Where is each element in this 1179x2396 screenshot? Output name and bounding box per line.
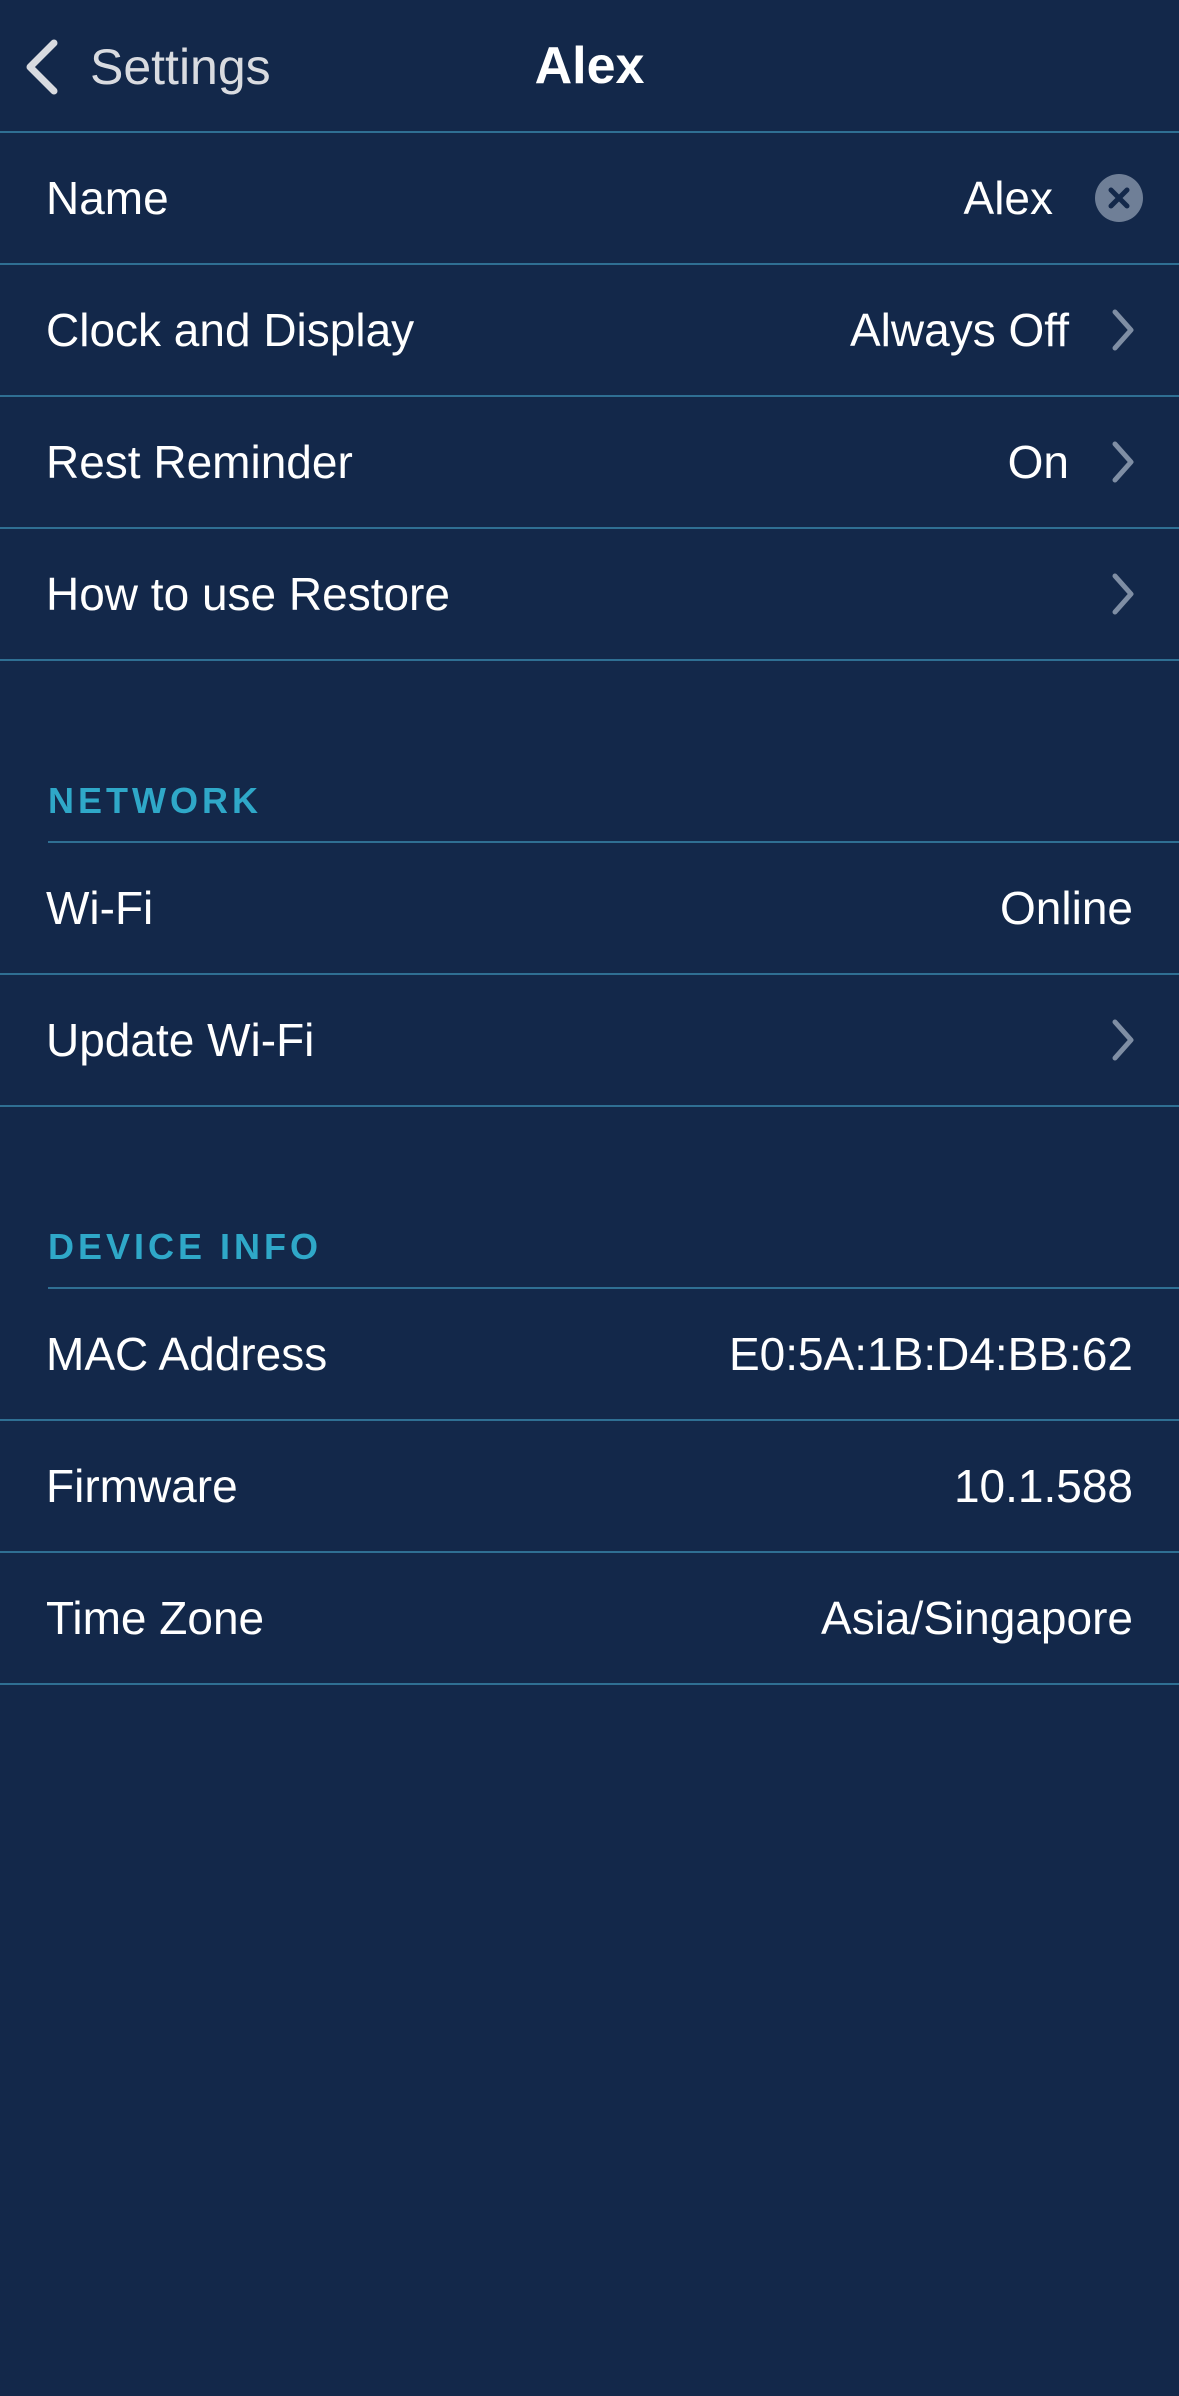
time-zone-label: Time Zone: [46, 1592, 265, 1644]
rest-reminder-row[interactable]: Rest Reminder On: [0, 397, 1179, 529]
how-to-use-restore-label: How to use Restore: [46, 568, 450, 620]
name-value[interactable]: Alex: [964, 171, 1053, 225]
clock-and-display-row[interactable]: Clock and Display Always Off: [0, 265, 1179, 397]
time-zone-value: Asia/Singapore: [821, 1592, 1133, 1644]
firmware-value: 10.1.588: [953, 1460, 1133, 1512]
mac-address-label: MAC Address: [46, 1328, 328, 1380]
name-row[interactable]: Name Alex: [0, 133, 1179, 265]
network-section-header: NETWORK: [48, 759, 1179, 843]
clock-and-display-label: Clock and Display: [46, 304, 415, 356]
clear-icon[interactable]: [1095, 174, 1143, 222]
mac-address-row: MAC Address E0:5A:1B:D4:BB:62: [0, 1289, 1179, 1421]
chevron-right-icon: [1112, 309, 1134, 351]
chevron-right-icon: [1112, 573, 1134, 615]
clock-and-display-value: Always Off: [850, 304, 1069, 356]
rest-reminder-label: Rest Reminder: [46, 436, 353, 488]
chevron-right-icon: [1112, 441, 1134, 483]
chevron-right-icon: [1112, 1019, 1134, 1061]
firmware-row: Firmware 10.1.588: [0, 1421, 1179, 1553]
wifi-status-value: Online: [1000, 882, 1133, 934]
wifi-row: Wi-Fi Online: [0, 843, 1179, 975]
rest-reminder-value: On: [1007, 436, 1069, 488]
device-info-section-header: DEVICE INFO: [48, 1205, 1179, 1289]
update-wifi-label: Update Wi-Fi: [46, 1014, 315, 1066]
time-zone-row: Time Zone Asia/Singapore: [0, 1553, 1179, 1685]
chevron-left-icon: [26, 39, 58, 95]
back-button-label: Settings: [90, 39, 271, 95]
mac-address-value: E0:5A:1B:D4:BB:62: [728, 1328, 1133, 1380]
firmware-label: Firmware: [46, 1460, 238, 1512]
back-button[interactable]: Settings: [22, 30, 271, 104]
name-label: Name: [46, 172, 169, 224]
how-to-use-restore-row[interactable]: How to use Restore: [0, 529, 1179, 661]
navigation-bar: Settings Alex: [0, 0, 1179, 133]
update-wifi-row[interactable]: Update Wi-Fi: [0, 975, 1179, 1107]
wifi-label: Wi-Fi: [46, 882, 154, 934]
